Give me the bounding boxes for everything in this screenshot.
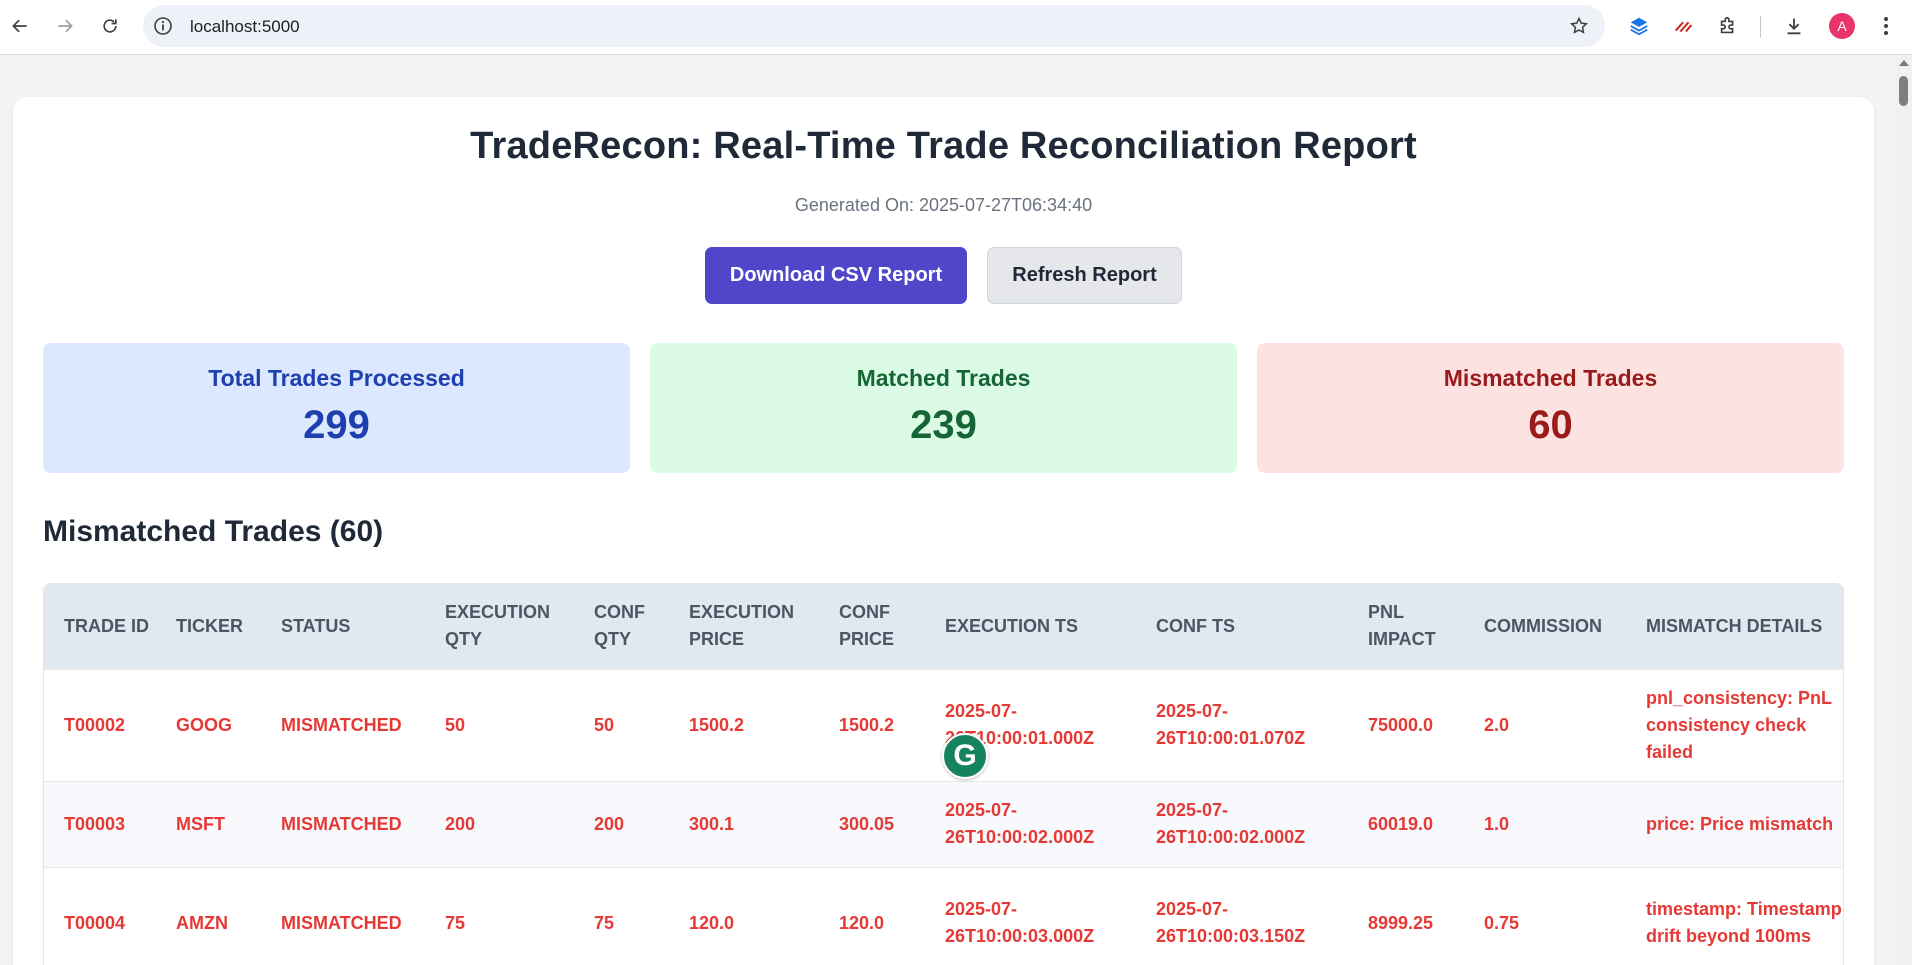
matched-trades-card: Matched Trades 239: [650, 343, 1237, 473]
cell-ticker: GOOG: [156, 668, 261, 781]
bookmark-star-icon[interactable]: [1569, 16, 1589, 36]
page-viewport: TradeRecon: Real-Time Trade Reconciliati…: [0, 56, 1895, 965]
cell-conf-qty: 50: [574, 668, 669, 781]
cell-execution-ts: 2025-07-26T10:00:03.000Z: [925, 866, 1136, 965]
generated-timestamp: Generated On: 2025-07-27T06:34:40: [794, 195, 1093, 215]
cell-mismatch-details: price: Price mismatch: [1626, 780, 1843, 867]
matched-trades-label: Matched Trades: [856, 365, 1031, 391]
reload-icon[interactable]: [94, 10, 126, 42]
column-header: Ticker: [176, 615, 243, 636]
cell-status: MISMATCHED: [261, 668, 425, 781]
cell-execution-price: 1500.2: [669, 668, 819, 781]
mismatched-trades-label: Mismatched Trades: [1443, 365, 1658, 391]
column-header: Execution TS: [945, 615, 1079, 636]
scrollbar-thumb[interactable]: [1899, 76, 1908, 106]
column-header: Conf Price: [839, 602, 895, 650]
refresh-report-button[interactable]: Refresh Report: [987, 247, 1182, 304]
table-row: T00003 MSFT MISMATCHED 200 200 300.1 300…: [44, 780, 1843, 867]
mismatched-section-heading: Mismatched Trades (60): [43, 515, 384, 548]
cell-status: MISMATCHED: [261, 866, 425, 965]
cell-trade-id: T00002: [44, 668, 156, 781]
cell-execution-qty: 50: [425, 668, 574, 781]
mismatched-trades-table: Trade ID Ticker Status Execution Qty Con…: [43, 583, 1844, 965]
total-trades-card: Total Trades Processed 299: [43, 343, 630, 473]
cell-ticker: AMZN: [156, 866, 261, 965]
cell-conf-ts: 2025-07-26T10:00:01.070Z: [1136, 668, 1348, 781]
mismatched-trades-value: 60: [1528, 403, 1573, 447]
page-title: TradeRecon: Real-Time Trade Reconciliati…: [470, 125, 1417, 167]
grammarly-badge-icon[interactable]: G: [942, 733, 988, 779]
total-trades-label: Total Trades Processed: [208, 365, 465, 391]
cell-ticker: MSFT: [156, 780, 261, 867]
table-row: T00004 AMZN MISMATCHED 75 75 120.0 120.0…: [44, 866, 1843, 965]
matched-trades-value: 239: [910, 403, 977, 447]
cell-conf-ts: 2025-07-26T10:00:02.000Z: [1136, 780, 1348, 867]
cell-execution-ts: 2025-07-26T10:00:02.000Z: [925, 780, 1136, 867]
cell-status: MISMATCHED: [261, 780, 425, 867]
column-header: Commission: [1484, 615, 1603, 636]
cell-trade-id: T00004: [44, 866, 156, 965]
back-icon[interactable]: [4, 10, 36, 42]
cell-pnl-impact: 75000.0: [1348, 668, 1464, 781]
column-header: PnL Impact: [1368, 602, 1436, 650]
cell-trade-id: T00003: [44, 780, 156, 867]
cell-conf-price: 300.05: [819, 780, 925, 867]
cell-mismatch-details: pnl_consistency: PnL consistency check f…: [1626, 668, 1843, 781]
cell-execution-qty: 75: [425, 866, 574, 965]
cell-conf-ts: 2025-07-26T10:00:03.150Z: [1136, 866, 1348, 965]
profile-avatar[interactable]: A: [1829, 13, 1855, 39]
toolbar-divider: [1760, 16, 1761, 38]
scroll-up-arrow-icon[interactable]: [1899, 60, 1909, 66]
browser-menu-icon[interactable]: [1875, 14, 1897, 38]
column-header: Mismatch Details: [1646, 615, 1823, 636]
cell-conf-price: 1500.2: [819, 668, 925, 781]
cell-conf-qty: 200: [574, 780, 669, 867]
cell-commission: 1.0: [1464, 780, 1626, 867]
cell-execution-qty: 200: [425, 780, 574, 867]
site-info-icon[interactable]: [153, 16, 173, 36]
signature-extension-icon[interactable]: [1672, 14, 1696, 38]
cell-pnl-impact: 60019.0: [1348, 780, 1464, 867]
browser-toolbar: localhost:5000 A: [0, 0, 1912, 55]
address-bar[interactable]: localhost:5000: [143, 5, 1605, 47]
column-header: Trade ID: [64, 615, 149, 636]
cell-commission: 2.0: [1464, 668, 1626, 781]
download-icon[interactable]: [1782, 14, 1806, 38]
report-card: TradeRecon: Real-Time Trade Reconciliati…: [13, 97, 1874, 965]
cell-pnl-impact: 8999.25: [1348, 866, 1464, 965]
cell-conf-qty: 75: [574, 866, 669, 965]
url-text[interactable]: localhost:5000: [190, 17, 300, 37]
cell-conf-price: 120.0: [819, 866, 925, 965]
mismatched-trades-card: Mismatched Trades 60: [1257, 343, 1844, 473]
cell-commission: 0.75: [1464, 866, 1626, 965]
column-header: Execution Price: [689, 602, 795, 650]
cell-execution-price: 120.0: [669, 866, 819, 965]
forward-icon[interactable]: [49, 10, 81, 42]
page-scrollbar[interactable]: [1895, 56, 1912, 965]
download-csv-button[interactable]: Download CSV Report: [705, 247, 967, 304]
column-header: Conf TS: [1156, 615, 1235, 636]
column-header: Execution Qty: [445, 602, 551, 650]
cell-mismatch-details: timestamp: Timestamp drift beyond 100ms: [1626, 866, 1843, 965]
cell-execution-price: 300.1: [669, 780, 819, 867]
extensions-puzzle-icon[interactable]: [1716, 14, 1740, 38]
column-header: Status: [281, 615, 351, 636]
layers-extension-icon[interactable]: [1627, 14, 1651, 38]
total-trades-value: 299: [303, 403, 370, 447]
table-header-row: Trade ID Ticker Status Execution Qty Con…: [44, 584, 1843, 669]
column-header: Conf Qty: [594, 602, 645, 650]
